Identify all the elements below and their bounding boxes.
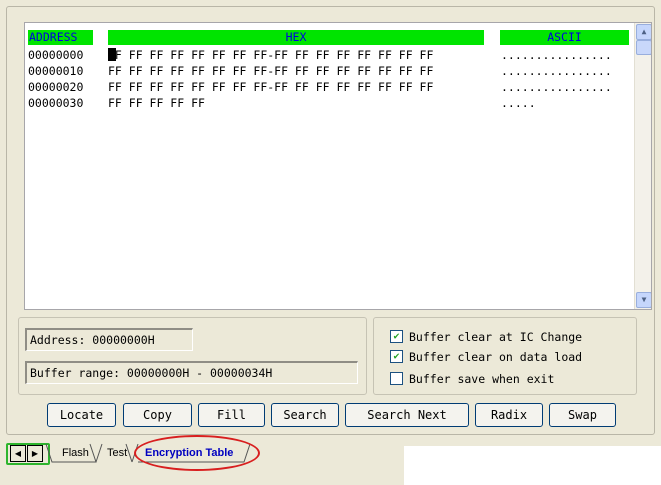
annotation-circle: [134, 435, 260, 471]
fill-button[interactable]: Fill: [198, 403, 265, 427]
option-clear-on-data-load[interactable]: ✔ Buffer clear on data load: [390, 348, 582, 366]
row-hex-bytes[interactable]: FF FF FF FF FF: [108, 95, 205, 111]
option-save-when-exit[interactable]: Buffer save when exit: [390, 370, 554, 388]
checkbox-checked-icon[interactable]: ✔: [390, 330, 403, 343]
swap-button[interactable]: Swap: [549, 403, 616, 427]
row-ascii[interactable]: ................: [501, 47, 612, 63]
row-hex-bytes[interactable]: FF FF FF FF FF FF FF FF-FF FF FF FF FF F…: [108, 63, 433, 79]
row-ascii[interactable]: .....: [501, 95, 536, 111]
address-display: Address: 00000000H: [25, 328, 193, 351]
vertical-scrollbar[interactable]: ▲ ▼: [634, 23, 651, 309]
checkbox-checked-icon[interactable]: ✔: [390, 350, 403, 363]
row-hex-bytes[interactable]: FF FF FF FF FF FF FF FF-FF FF FF FF FF F…: [108, 47, 433, 63]
row-ascii[interactable]: ................: [501, 79, 612, 95]
buffer-panel: ADDRESS HEX ASCII 00000000 FF FF FF FF F…: [6, 6, 655, 435]
tab-scroll-right-icon[interactable]: ▶: [27, 445, 43, 462]
row-address: 00000000: [28, 48, 84, 62]
tab-flash[interactable]: Flash: [62, 446, 89, 460]
row-address: 00000030: [28, 96, 84, 110]
tab-scroll-left-icon[interactable]: ◀: [10, 445, 26, 462]
buffer-options-group: ✔ Buffer clear at IC Change ✔ Buffer clear…: [373, 317, 637, 395]
tab-test[interactable]: Test: [107, 446, 127, 460]
hex-editor-view[interactable]: ADDRESS HEX ASCII 00000000 FF FF FF FF F…: [24, 22, 652, 310]
option-label: Buffer save when exit: [409, 372, 555, 386]
buffer-range-display: Buffer range: 00000000H - 00000034H: [25, 361, 358, 384]
search-button[interactable]: Search: [271, 403, 339, 427]
row-hex-bytes[interactable]: FF FF FF FF FF FF FF FF-FF FF FF FF FF F…: [108, 79, 433, 95]
option-label: Buffer clear on data load: [409, 350, 583, 364]
hex-column-header: HEX: [108, 30, 484, 45]
row-address: 00000010: [28, 64, 84, 78]
row-address: 00000020: [28, 80, 84, 94]
address-column-header: ADDRESS: [28, 30, 93, 45]
option-clear-on-ic-change[interactable]: ✔ Buffer clear at IC Change: [390, 328, 582, 346]
scroll-down-icon[interactable]: ▼: [636, 292, 651, 308]
scroll-thumb[interactable]: [636, 40, 651, 55]
blank-area: [404, 446, 661, 485]
search-next-button[interactable]: Search Next: [345, 403, 469, 427]
locate-button[interactable]: Locate: [47, 403, 116, 427]
row-ascii[interactable]: ................: [501, 63, 612, 79]
scroll-up-icon[interactable]: ▲: [636, 24, 651, 40]
option-label: Buffer clear at IC Change: [409, 330, 583, 344]
checkbox-unchecked-icon[interactable]: [390, 372, 403, 385]
copy-button[interactable]: Copy: [123, 403, 192, 427]
buffer-info-group: Address: 00000000H Buffer range: 0000000…: [18, 317, 367, 395]
radix-button[interactable]: Radix: [475, 403, 543, 427]
ascii-column-header: ASCII: [500, 30, 629, 45]
